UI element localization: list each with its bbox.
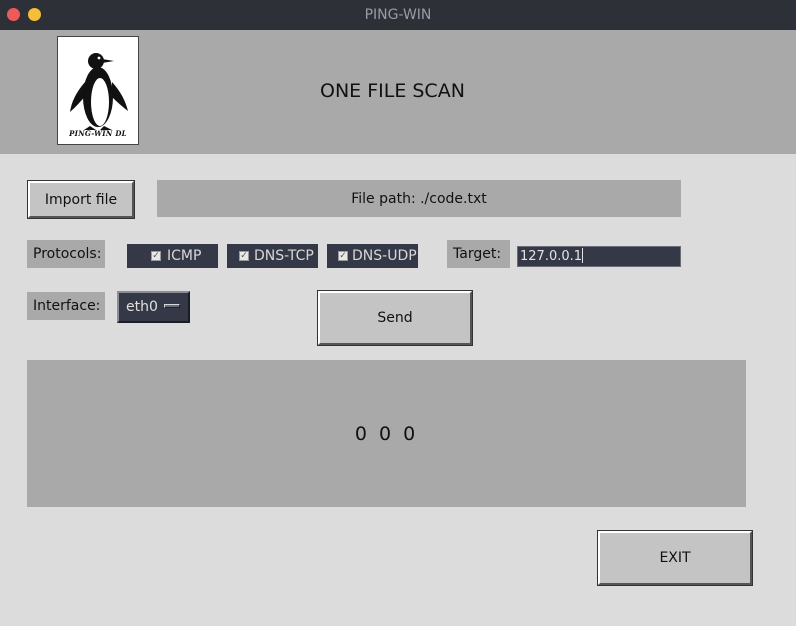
target-label: Target:: [447, 240, 510, 268]
interface-dropdown[interactable]: eth0: [117, 291, 190, 323]
file-path-display: File path: ./code.txt: [157, 180, 681, 217]
title-bar: PING-WIN: [0, 0, 796, 30]
logo-caption: PING-WIN DL: [69, 129, 127, 138]
interface-label: Interface:: [27, 292, 105, 320]
protocol-checkbox-dns-tcp[interactable]: ✓ DNS-TCP: [227, 244, 318, 268]
send-button[interactable]: Send: [317, 290, 473, 346]
page-title: ONE FILE SCAN: [320, 80, 465, 102]
checkbox-check-icon: ✓: [151, 251, 161, 261]
checkbox-check-icon: ✓: [338, 251, 348, 261]
target-value: 127.0.0.1: [520, 249, 583, 264]
header: PING-WIN DL ONE FILE SCAN: [0, 30, 796, 154]
window-title: PING-WIN: [364, 7, 432, 23]
exit-button[interactable]: EXIT: [597, 530, 753, 586]
result-panel: 0 0 0: [27, 360, 746, 507]
penguin-logo: PING-WIN DL: [57, 36, 139, 145]
protocol-checkbox-dns-udp[interactable]: ✓ DNS-UDP: [327, 244, 418, 268]
interface-selected-value: eth0: [126, 299, 158, 315]
penguin-icon: [70, 53, 128, 130]
dropdown-indicator-icon: [164, 304, 180, 308]
protocol-checkbox-icmp[interactable]: ✓ ICMP: [127, 244, 218, 268]
text-cursor: [582, 248, 584, 263]
protocol-label: DNS-UDP: [352, 248, 417, 264]
import-file-button[interactable]: Import file: [27, 180, 135, 219]
target-input[interactable]: 127.0.0.1: [517, 246, 681, 267]
protocol-label: DNS-TCP: [254, 248, 314, 264]
protocol-label: ICMP: [167, 248, 202, 264]
protocols-label: Protocols:: [27, 240, 105, 268]
checkbox-check-icon: ✓: [239, 251, 249, 261]
